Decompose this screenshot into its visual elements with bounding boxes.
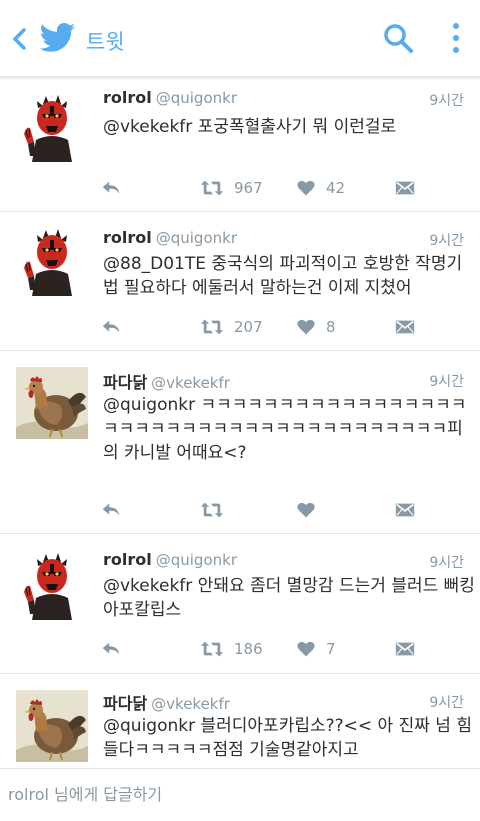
rooster-avatar[interactable] [16,690,88,762]
retweet-button[interactable] [200,498,224,522]
like-button[interactable]: 7 [296,637,336,661]
like-button[interactable]: 42 [296,176,345,200]
heart-icon [296,639,316,659]
retweet-button[interactable]: 186 [200,637,263,661]
envelope-icon [394,177,416,199]
like-count: 7 [326,640,336,658]
user-name[interactable]: rolrol [103,228,152,247]
reply-input[interactable] [8,779,468,809]
sith-avatar[interactable] [16,224,88,296]
heart-icon [296,317,316,337]
tweet-actions: 207 8 [100,315,430,339]
retweet-icon [200,638,224,660]
user-name[interactable]: rolrol [103,550,152,569]
tweet-text: @quigonkr 블러디아포카립소??<< 아 진짜 넘 힘들다ㅋㅋㅋㅋㅋ점점… [103,716,472,760]
user-name[interactable]: 파다닭 [103,373,147,392]
user-name[interactable]: 파다닭 [103,694,147,713]
reply-icon [100,177,122,199]
tweet-time: 9시간 [429,374,464,390]
reply-icon [100,638,122,660]
tweet-text: @quigonkr ㅋㅋㅋㅋㅋㅋㅋㅋㅋㅋㅋㅋㅋㅋㅋㅋㅋㅋㅋㅋㅋㅋㅋㅋㅋㅋㅋㅋㅋㅋ… [103,395,467,463]
reply-icon [100,499,122,521]
retweet-count: 186 [234,640,263,658]
tweet-time: 9시간 [429,233,464,249]
overflow-menu-icon[interactable] [446,20,466,56]
direct-message-button[interactable] [394,637,416,661]
retweet-count: 207 [234,318,263,336]
user-name[interactable]: rolrol [103,88,152,107]
sith-avatar[interactable] [16,90,88,162]
tweet-actions: 186 7 [100,637,430,661]
reply-button[interactable] [100,176,122,200]
direct-message-button[interactable] [394,498,416,522]
reply-button[interactable] [100,637,122,661]
twitter-bird-icon[interactable] [40,22,76,54]
tweet-actions [100,498,430,522]
retweet-icon [200,316,224,338]
back-arrow-icon[interactable] [8,24,32,54]
tweet-time: 9시간 [429,555,464,571]
tweet-thread: rolrol @quigonkr 9시간 @vkekekfr 포궁폭혈출사기 뭐 … [0,78,480,768]
like-count: 8 [326,318,336,336]
like-button[interactable]: 8 [296,315,336,339]
tweet[interactable]: rolrol @quigonkr 9시간 @88_D01TE 중국식의 파괴적이고… [0,212,480,350]
tweet-time: 9시간 [429,93,464,109]
envelope-icon [394,638,416,660]
direct-message-button[interactable] [394,176,416,200]
tweet-text: @vkekekfr 포궁폭혈출사기 뭐 이런걸로 [103,117,397,137]
like-button[interactable] [296,498,316,522]
tweet[interactable]: 파다닭 @vkekekfr 9시간 @quigonkr ㅋㅋㅋㅋㅋㅋㅋㅋㅋㅋㅋㅋㅋ… [0,351,480,533]
sith-avatar[interactable] [16,548,88,620]
retweet-button[interactable]: 967 [200,176,263,200]
direct-message-button[interactable] [394,315,416,339]
retweet-icon [200,177,224,199]
like-count: 42 [326,179,346,197]
search-icon[interactable] [382,22,414,54]
tweet-actions: 967 42 [100,176,430,200]
page-title: 트윗 [86,30,125,54]
envelope-icon [394,499,416,521]
user-handle[interactable]: @quigonkr [156,89,237,107]
reply-icon [100,316,122,338]
tweet[interactable]: 파다닭 @vkekekfr 9시간 @quigonkr 블러디아포카립소??<< … [0,674,480,768]
retweet-icon [200,499,224,521]
heart-icon [296,178,316,198]
reply-button[interactable] [100,315,122,339]
retweet-count: 967 [234,179,263,197]
user-handle[interactable]: @quigonkr [156,229,237,247]
tweet[interactable]: rolrol @quigonkr 9시간 @vkekekfr 안돼요 좀더 멸망감… [0,534,480,673]
reply-button[interactable] [100,498,122,522]
reply-bar [0,768,480,821]
retweet-button[interactable]: 207 [200,315,263,339]
tweet[interactable]: rolrol @quigonkr 9시간 @vkekekfr 포궁폭혈출사기 뭐 … [0,78,480,211]
rooster-avatar[interactable] [16,367,88,439]
user-handle[interactable]: @vkekekfr [151,374,230,392]
envelope-icon [394,316,416,338]
user-handle[interactable]: @quigonkr [156,551,237,569]
tweet-text: @vkekekfr 안돼요 좀더 멸망감 드는거 블러드 뻐킹 아포칼립스 [103,576,475,620]
top-app-bar: 트윗 [0,0,480,78]
tweet-time: 9시간 [429,695,464,711]
tweet-text: @88_D01TE 중국식의 파괴적이고 호방한 작명기법 필요하다 에둘러서 … [103,254,463,298]
user-handle[interactable]: @vkekekfr [151,695,230,713]
heart-icon [296,500,316,520]
